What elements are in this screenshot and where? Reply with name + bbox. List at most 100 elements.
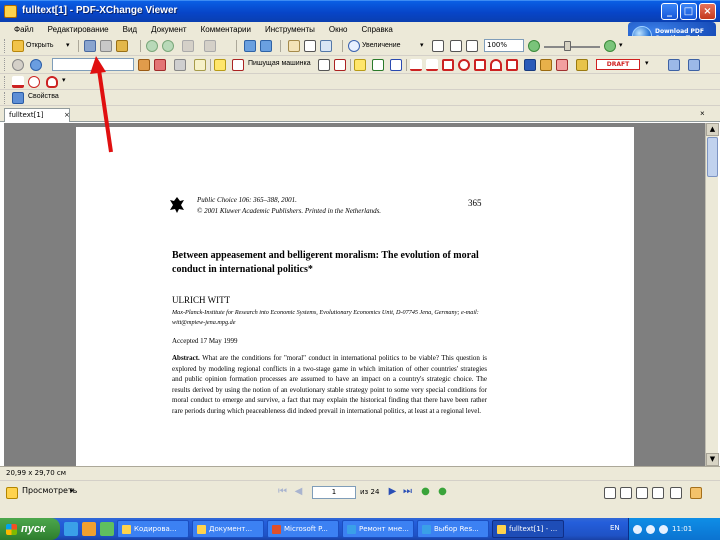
zoom-slider-thumb[interactable] bbox=[564, 41, 571, 51]
open-dropdown-arrow-icon[interactable]: ▾ bbox=[66, 41, 70, 49]
markup-dropdown-arrow-icon[interactable]: ▾ bbox=[62, 76, 66, 84]
rotate-right-icon[interactable] bbox=[260, 40, 272, 52]
search-comment-icon[interactable] bbox=[28, 76, 40, 88]
zoom-out-icon[interactable] bbox=[528, 40, 540, 52]
globe-icon[interactable] bbox=[30, 59, 42, 71]
start-button[interactable]: пуск bbox=[0, 518, 60, 540]
fit-width-icon[interactable] bbox=[466, 40, 478, 52]
email-icon[interactable] bbox=[116, 40, 128, 52]
pin-icon[interactable] bbox=[524, 59, 536, 71]
undo-icon[interactable] bbox=[182, 40, 194, 52]
strikeout-icon[interactable] bbox=[372, 59, 384, 71]
save-icon[interactable] bbox=[84, 40, 96, 52]
forward-icon[interactable] bbox=[162, 40, 174, 52]
zoom-in-icon[interactable] bbox=[604, 40, 616, 52]
rotate-left-icon[interactable] bbox=[244, 40, 256, 52]
tab-fulltext[interactable]: fulltext[1] × bbox=[4, 108, 70, 122]
menu-file[interactable]: Файл bbox=[14, 25, 34, 34]
measure-icon[interactable] bbox=[668, 59, 680, 71]
scrollbar-thumb[interactable] bbox=[707, 137, 718, 177]
toolbar-grip[interactable] bbox=[4, 76, 7, 88]
taskbar-item-3[interactable]: Microsoft P... bbox=[267, 520, 339, 538]
text-box-icon[interactable] bbox=[318, 59, 330, 71]
last-page-icon[interactable]: ⏭ bbox=[401, 486, 414, 498]
callout-icon[interactable] bbox=[334, 59, 346, 71]
stamp-selector[interactable]: DRAFT bbox=[596, 59, 640, 70]
menu-window[interactable]: Окно bbox=[329, 25, 348, 34]
highlight-text-icon[interactable] bbox=[354, 59, 366, 71]
note-icon[interactable] bbox=[194, 59, 206, 71]
polygon-tool-icon[interactable] bbox=[474, 59, 486, 71]
draw-cloud-icon[interactable] bbox=[46, 76, 58, 88]
close-document-icon[interactable]: × bbox=[700, 109, 705, 118]
zoom-slider-track[interactable] bbox=[544, 46, 600, 48]
vertical-scrollbar[interactable]: ▲ ▼ bbox=[705, 123, 719, 466]
redo-icon[interactable] bbox=[204, 40, 216, 52]
hand-tool-icon[interactable] bbox=[288, 40, 300, 52]
arrow-tool-icon[interactable] bbox=[410, 59, 422, 71]
polyline-tool-icon[interactable] bbox=[506, 59, 518, 71]
page-number-input[interactable]: 1 bbox=[312, 486, 356, 499]
menu-comments[interactable]: Комментарии bbox=[201, 25, 251, 34]
properties-icon[interactable] bbox=[688, 59, 700, 71]
zoom-label[interactable]: Увеличение bbox=[362, 42, 401, 49]
volume-icon[interactable] bbox=[646, 524, 655, 534]
zoom-icon[interactable] bbox=[348, 40, 360, 52]
toolbar-grip[interactable] bbox=[4, 58, 7, 71]
clock[interactable]: 11:01 bbox=[672, 525, 692, 533]
properties-gear-icon[interactable] bbox=[12, 92, 24, 104]
quick-launch-ie-icon[interactable] bbox=[64, 522, 78, 536]
pencil-icon[interactable] bbox=[540, 59, 552, 71]
eraser-icon[interactable] bbox=[556, 59, 568, 71]
rectangle-tool-icon[interactable] bbox=[442, 59, 454, 71]
print-icon[interactable] bbox=[100, 40, 112, 52]
view-dropdown-arrow-icon[interactable]: ▾ bbox=[70, 487, 74, 495]
continuous-facing-icon[interactable] bbox=[652, 487, 664, 499]
quick-launch-desktop-icon[interactable] bbox=[100, 522, 114, 536]
minimize-button[interactable]: _ bbox=[661, 3, 678, 20]
pen-icon[interactable] bbox=[12, 76, 24, 88]
menu-help[interactable]: Справка bbox=[361, 25, 392, 34]
select-text-icon[interactable] bbox=[304, 40, 316, 52]
hand-cursor-icon[interactable] bbox=[690, 487, 702, 499]
quick-launch-outlook-icon[interactable] bbox=[82, 522, 96, 536]
eye-icon[interactable] bbox=[12, 59, 24, 71]
menu-document[interactable]: Документ bbox=[151, 25, 187, 34]
first-page-icon[interactable]: ⏮ bbox=[276, 486, 289, 498]
go-back-icon[interactable]: ● bbox=[419, 486, 432, 498]
menu-tools[interactable]: Инструменты bbox=[265, 25, 315, 34]
taskbar-item-4[interactable]: Ремонт мне... bbox=[342, 520, 414, 538]
toolbar-grip[interactable] bbox=[4, 92, 7, 104]
tab-close-icon[interactable]: × bbox=[64, 111, 70, 119]
full-screen-icon[interactable] bbox=[670, 487, 682, 499]
maximize-button[interactable]: □ bbox=[680, 3, 697, 20]
open-label[interactable]: Открыть bbox=[26, 42, 54, 49]
facing-icon[interactable] bbox=[636, 487, 648, 499]
pdf-page[interactable]: Public Choice 106: 365–388, 2001. © 2001… bbox=[76, 127, 634, 469]
antivirus-icon[interactable] bbox=[659, 524, 668, 534]
title-bar[interactable]: fulltext[1] - PDF-XChange Viewer _ □ × bbox=[0, 0, 720, 22]
typewriter-label[interactable]: Пишущая машинка bbox=[248, 60, 311, 67]
stamp-dropdown-arrow-icon[interactable]: ▾ bbox=[645, 59, 649, 67]
taskbar-item-active[interactable]: fulltext[1] - ... bbox=[492, 520, 564, 538]
actual-size-icon[interactable] bbox=[432, 40, 444, 52]
stamp-icon[interactable] bbox=[576, 59, 588, 71]
menu-view[interactable]: Вид bbox=[123, 25, 137, 34]
sticky-note-icon[interactable] bbox=[214, 59, 226, 71]
next-page-icon[interactable]: ▶ bbox=[386, 486, 399, 498]
toolbar-grip[interactable] bbox=[4, 39, 7, 53]
zoom-dropdown-arrow-icon[interactable]: ▾ bbox=[420, 41, 424, 49]
network-icon[interactable] bbox=[633, 524, 642, 534]
cloud-tool-icon[interactable] bbox=[490, 59, 502, 71]
view-options-icon[interactable] bbox=[6, 487, 18, 499]
oval-tool-icon[interactable] bbox=[458, 59, 470, 71]
continuous-icon[interactable] bbox=[620, 487, 632, 499]
previous-page-icon[interactable]: ◀ bbox=[292, 486, 305, 498]
scroll-down-icon[interactable]: ▼ bbox=[706, 453, 719, 466]
link-icon[interactable] bbox=[138, 59, 150, 71]
taskbar-item-1[interactable]: Кодирова... bbox=[117, 520, 189, 538]
single-page-icon[interactable] bbox=[604, 487, 616, 499]
typewriter-icon[interactable] bbox=[232, 59, 244, 71]
attach-icon[interactable] bbox=[154, 59, 166, 71]
open-folder-icon[interactable] bbox=[12, 40, 24, 52]
